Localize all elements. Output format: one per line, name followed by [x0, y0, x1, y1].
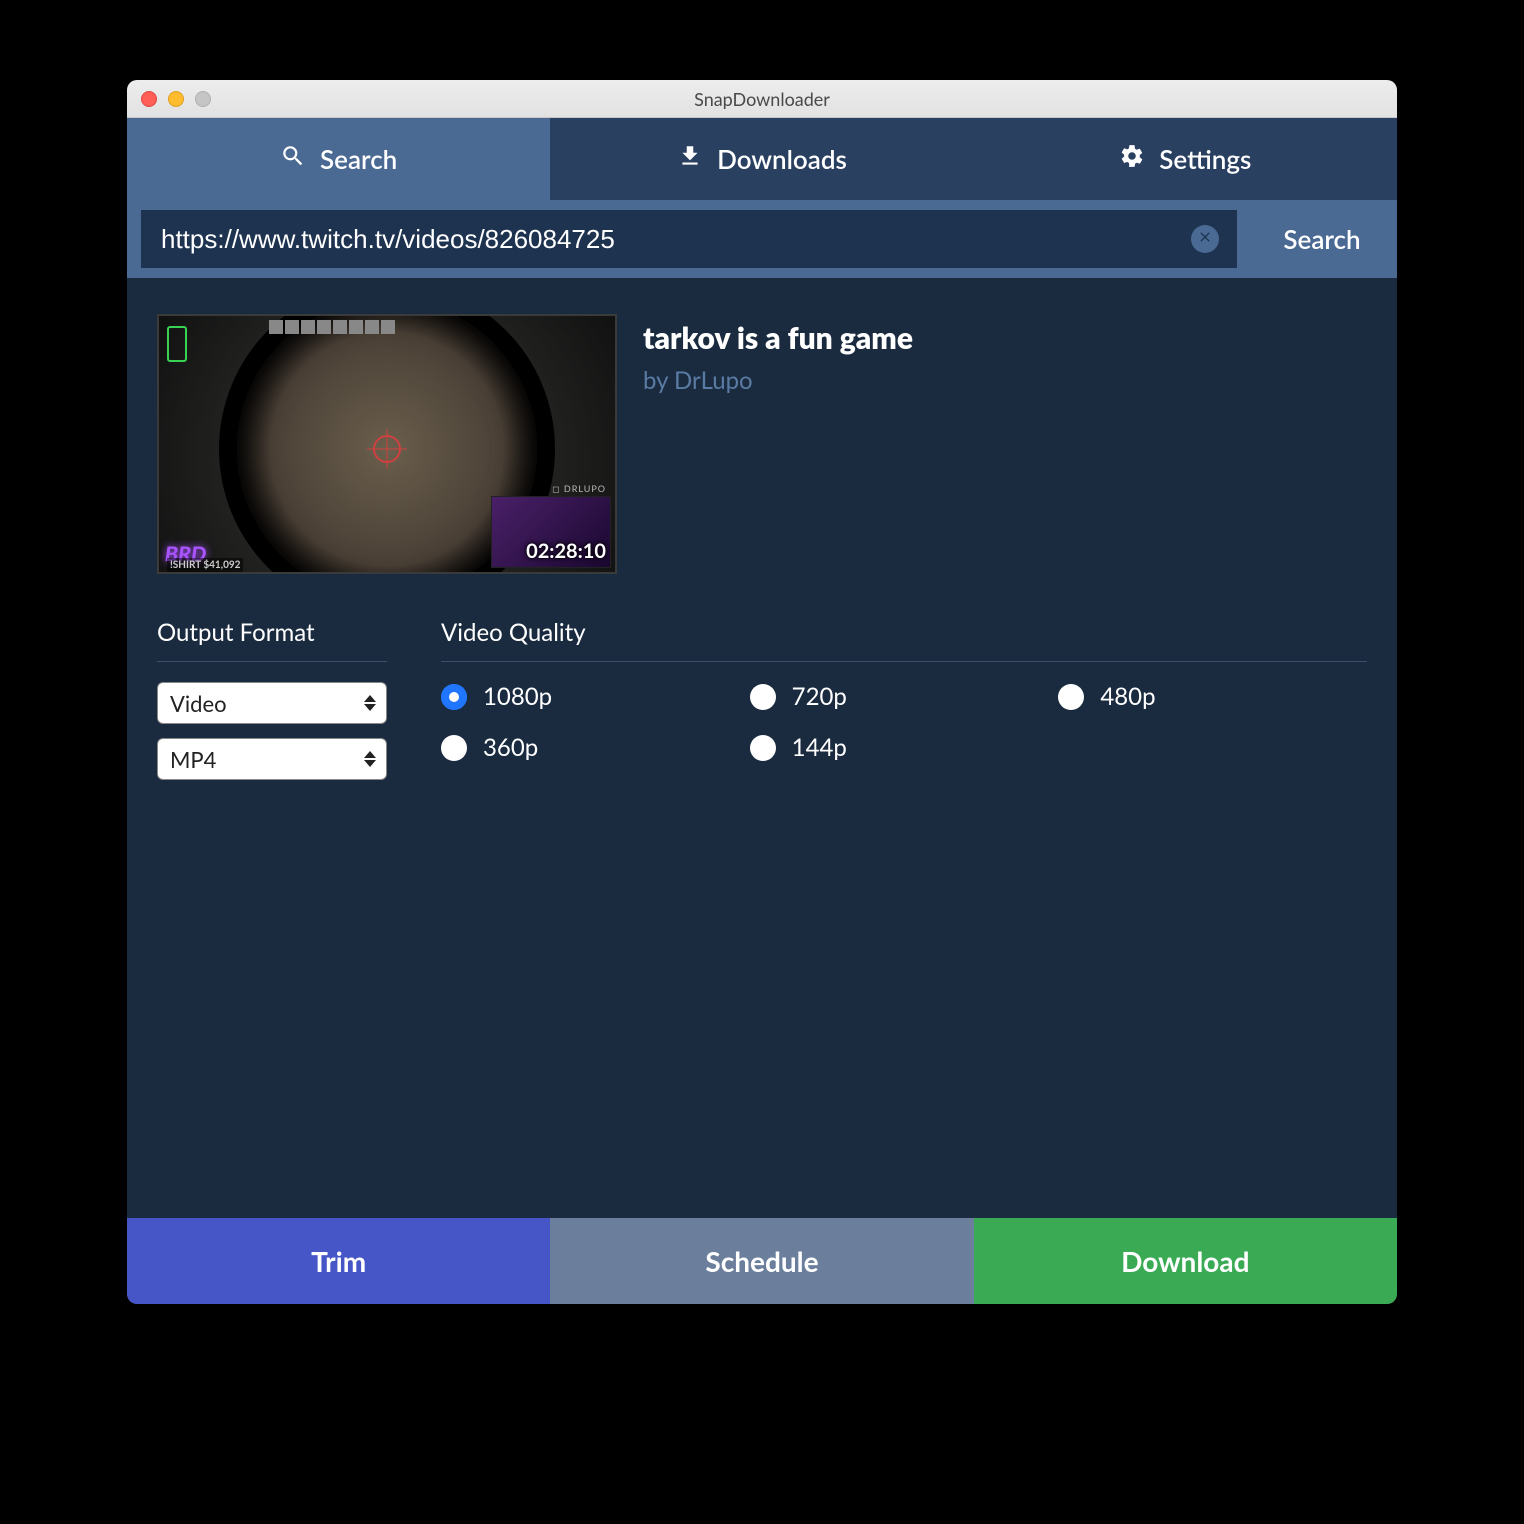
chevron-updown-icon: [364, 751, 376, 767]
output-format-select[interactable]: MP4: [157, 738, 387, 780]
minimize-window-button[interactable]: [168, 91, 184, 107]
download-icon: [677, 143, 703, 175]
video-duration: 02:28:10: [526, 539, 606, 563]
thumbnail-top-hud: [269, 320, 395, 334]
quality-options: 1080p 720p 480p 360p: [441, 682, 1367, 762]
output-format-section: Output Format Video MP4: [157, 618, 387, 794]
content-area: BRD !SHIRT $41,092 ◻ DRLUPO 02:28:10 tar…: [127, 278, 1397, 1218]
quality-label: 1080p: [483, 682, 552, 711]
radio-icon: [750, 735, 776, 761]
video-meta: tarkov is a fun game by DrLupo: [643, 314, 913, 574]
tab-settings[interactable]: Settings: [974, 118, 1397, 200]
video-thumbnail[interactable]: BRD !SHIRT $41,092 ◻ DRLUPO 02:28:10: [157, 314, 617, 574]
output-format-heading: Output Format: [157, 618, 387, 662]
thumbnail-hud-icon: [167, 326, 187, 362]
quality-option-144p[interactable]: 144p: [750, 733, 1059, 762]
quality-option-720p[interactable]: 720p: [750, 682, 1059, 711]
video-author: by DrLupo: [643, 366, 913, 395]
thumbnail-webcam-label: ◻ DRLUPO: [552, 483, 606, 495]
quality-label: 720p: [792, 682, 847, 711]
url-input[interactable]: [141, 210, 1237, 268]
schedule-button-label: Schedule: [705, 1244, 818, 1278]
radio-icon: [441, 735, 467, 761]
close-window-button[interactable]: [141, 91, 157, 107]
download-button-label: Download: [1121, 1244, 1249, 1278]
trim-button-label: Trim: [311, 1244, 366, 1278]
search-icon: [280, 143, 306, 175]
options-row: Output Format Video MP4 Video Quality 10…: [157, 618, 1367, 794]
trim-button[interactable]: Trim: [127, 1218, 550, 1304]
app-window: SnapDownloader Search Downloads Settings: [127, 80, 1397, 1304]
output-type-value: Video: [170, 690, 227, 717]
schedule-button[interactable]: Schedule: [550, 1218, 973, 1304]
search-bar: Search: [127, 200, 1397, 278]
output-format-value: MP4: [170, 746, 216, 773]
window-controls: [127, 91, 211, 107]
close-icon: [1197, 229, 1213, 249]
thumbnail-bottom-text: !SHIRT $41,092: [167, 558, 243, 572]
tab-settings-label: Settings: [1159, 143, 1251, 175]
quality-label: 360p: [483, 733, 538, 762]
radio-icon: [750, 684, 776, 710]
video-quality-section: Video Quality 1080p 720p 480p: [441, 618, 1367, 794]
quality-option-360p[interactable]: 360p: [441, 733, 750, 762]
window-title: SnapDownloader: [127, 88, 1397, 110]
search-button-label: Search: [1283, 223, 1360, 255]
radio-icon: [441, 684, 467, 710]
zoom-window-button[interactable]: [195, 91, 211, 107]
thumbnail-webcam: ◻ DRLUPO 02:28:10: [491, 496, 611, 568]
chevron-updown-icon: [364, 695, 376, 711]
search-button[interactable]: Search: [1247, 200, 1397, 278]
gear-icon: [1119, 143, 1145, 175]
footer-actions: Trim Schedule Download: [127, 1218, 1397, 1304]
titlebar: SnapDownloader: [127, 80, 1397, 118]
quality-label: 480p: [1100, 682, 1155, 711]
radio-icon: [1058, 684, 1084, 710]
video-result: BRD !SHIRT $41,092 ◻ DRLUPO 02:28:10 tar…: [157, 314, 1367, 574]
tab-search-label: Search: [320, 143, 397, 175]
output-type-select[interactable]: Video: [157, 682, 387, 724]
tab-downloads-label: Downloads: [717, 143, 847, 175]
quality-option-480p[interactable]: 480p: [1058, 682, 1367, 711]
main-tabs: Search Downloads Settings: [127, 118, 1397, 200]
download-button[interactable]: Download: [974, 1218, 1397, 1304]
video-quality-heading: Video Quality: [441, 618, 1367, 662]
tab-search[interactable]: Search: [127, 118, 550, 200]
quality-label: 144p: [792, 733, 847, 762]
tab-downloads[interactable]: Downloads: [550, 118, 973, 200]
clear-url-button[interactable]: [1191, 225, 1219, 253]
quality-option-1080p[interactable]: 1080p: [441, 682, 750, 711]
video-title: tarkov is a fun game: [643, 320, 913, 356]
